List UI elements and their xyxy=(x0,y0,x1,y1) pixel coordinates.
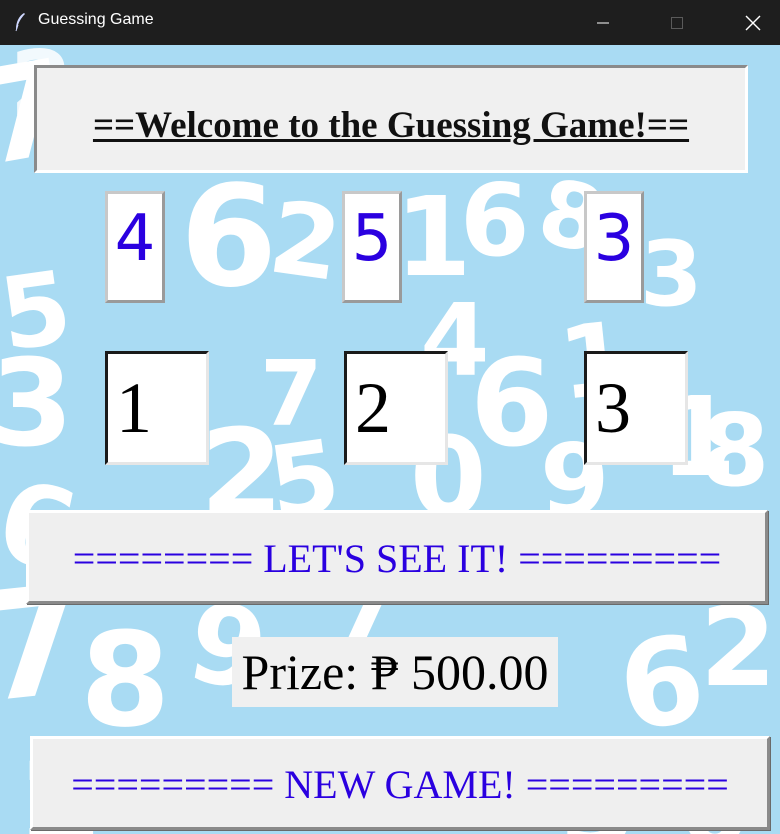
minimize-button[interactable] xyxy=(580,0,626,45)
welcome-banner: ==Welcome to the Guessing Game!== xyxy=(34,65,748,173)
target-digit-2: 5 xyxy=(342,191,402,303)
guess-input-2[interactable] xyxy=(347,354,445,462)
new-game-label: ========= NEW GAME! ========= xyxy=(71,762,729,807)
minimize-icon xyxy=(597,22,609,23)
svg-text:8: 8 xyxy=(80,604,170,756)
guess-field-2[interactable] xyxy=(344,351,448,465)
svg-text:6: 6 xyxy=(180,156,277,319)
maximize-button[interactable] xyxy=(654,0,700,45)
welcome-heading: ==Welcome to the Guessing Game!== xyxy=(92,105,690,146)
title-bar: Guessing Game xyxy=(0,0,780,45)
close-icon xyxy=(745,15,761,30)
guess-input-1[interactable] xyxy=(108,354,206,462)
window-title: Guessing Game xyxy=(38,11,154,28)
prize-text: Prize: ₱ 500.00 xyxy=(241,644,549,700)
svg-text:3: 3 xyxy=(640,222,703,327)
target-digit-1-value: 4 xyxy=(114,202,156,276)
svg-text:3: 3 xyxy=(0,335,74,474)
new-game-button[interactable]: ========= NEW GAME! ========= xyxy=(30,736,770,830)
maximize-icon xyxy=(671,16,683,29)
target-digit-3-value: 3 xyxy=(593,202,635,276)
feather-icon xyxy=(15,13,25,32)
close-button[interactable] xyxy=(730,0,776,45)
svg-text:2: 2 xyxy=(263,178,348,304)
svg-text:8: 8 xyxy=(700,392,770,509)
target-digit-2-value: 5 xyxy=(351,202,393,276)
lets-see-it-button[interactable]: ======== LET'S SEE IT! ========= xyxy=(26,510,768,604)
guess-input-3[interactable] xyxy=(587,354,685,462)
target-digit-3: 3 xyxy=(584,191,644,303)
game-window-content: 7 2 6 2 1 6 8 3 5 3 3 7 4 6 1 1 8 2 5 0 … xyxy=(0,45,780,834)
prize-display: Prize: ₱ 500.00 xyxy=(232,637,558,707)
target-digit-1: 4 xyxy=(105,191,165,303)
guess-field-1[interactable] xyxy=(105,351,209,465)
guess-field-3[interactable] xyxy=(584,351,688,465)
svg-text:6: 6 xyxy=(460,162,530,279)
lets-see-it-label: ======== LET'S SEE IT! ========= xyxy=(72,536,722,581)
